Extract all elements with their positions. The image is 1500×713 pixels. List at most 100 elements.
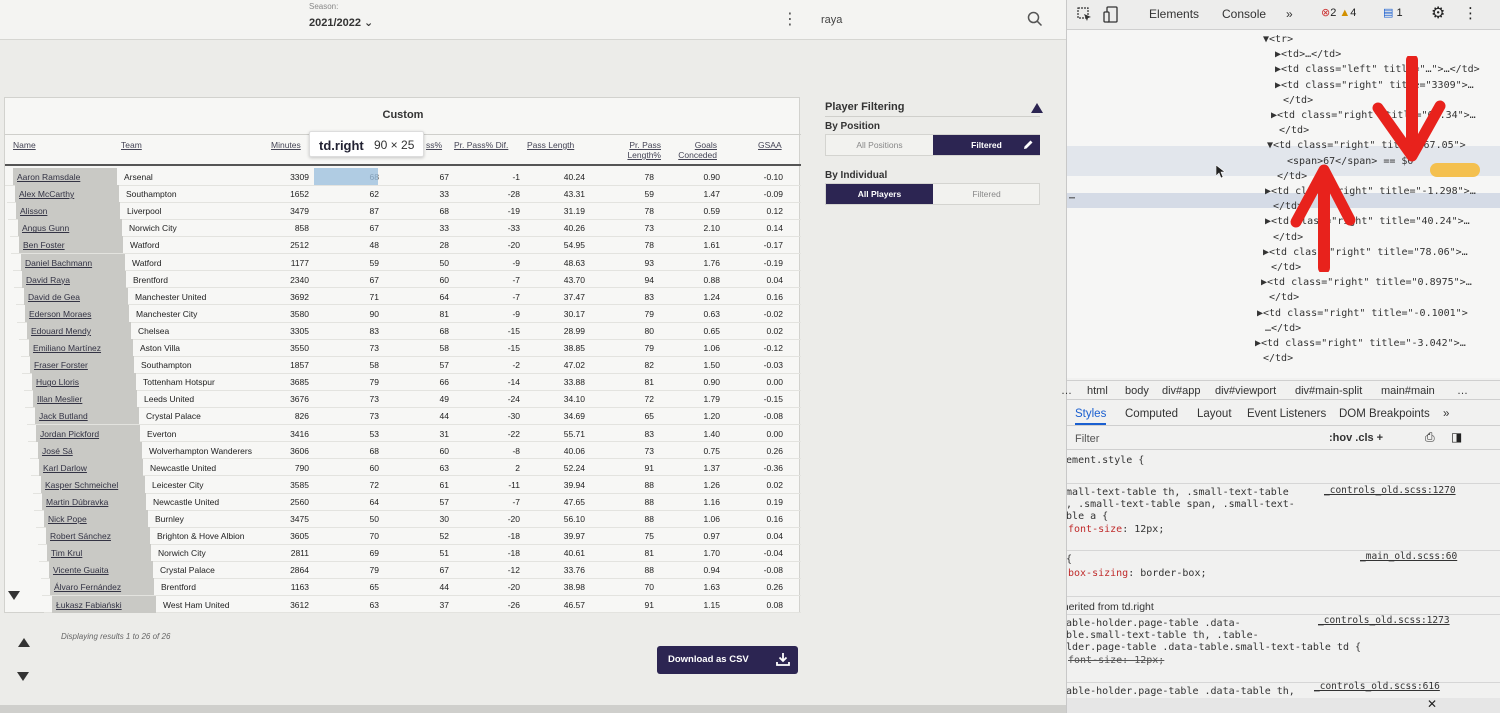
player-name[interactable]: Nick Pope [48,514,87,524]
ellipsis-icon[interactable]: ⋯ [1069,193,1075,204]
dom-node-line[interactable]: ▶<td class="right" title="-3.042">… [1255,338,1466,349]
close-drawer-icon[interactable]: ✕ [1427,697,1437,711]
rule3-overridden-property[interactable]: font-size: 12px; [1068,655,1164,666]
breadcrumb-item[interactable]: div#main-split [1295,385,1362,397]
toggle-sidebar-icon[interactable]: ◨ [1451,430,1462,444]
rule1-value[interactable]: 12px; [1134,524,1164,535]
kebab-menu-icon[interactable]: ⋮ [782,10,798,30]
tab-styles[interactable]: Styles [1075,408,1107,425]
rule3-source-link[interactable]: _controls_old.scss:1273 [1318,615,1450,626]
dom-node-line[interactable]: ▶<td class="right" title="0.8975">… [1261,277,1472,288]
more-tabs-icon[interactable]: » [1286,7,1293,21]
player-name[interactable]: Łukasz Fabiański [56,600,122,610]
player-name[interactable]: Aaron Ramsdale [17,172,80,182]
dom-node-line[interactable]: ▶<td class="right" title="-0.1001"> [1257,308,1468,319]
col-goals-conceded[interactable]: Goals Conceded [675,140,717,160]
rule2-value[interactable]: border-box; [1140,568,1206,579]
pencil-icon[interactable] [1022,139,1034,151]
filtered-positions-button[interactable]: Filtered [933,135,1040,155]
dom-node-line[interactable]: ▶<td>…</td> [1275,49,1341,60]
breadcrumb-item[interactable]: div#app [1162,385,1201,397]
player-name[interactable]: Edouard Mendy [31,326,91,336]
player-name[interactable]: Illan Meslier [37,394,82,404]
search-icon[interactable] [1027,11,1043,27]
inspect-element-icon[interactable] [1077,7,1093,23]
scroll-up-arrow-icon[interactable] [18,638,30,648]
col-pass-pct[interactable]: ss% [426,140,442,150]
all-positions-button[interactable]: All Positions [826,135,933,155]
player-name[interactable]: Jordan Pickford [40,429,99,439]
hov-cls-add-tools[interactable]: :hov .cls + [1329,432,1383,444]
player-name[interactable]: Robert Sánchez [50,531,111,541]
player-name[interactable]: Kasper Schmeichel [45,480,118,490]
inherited-element[interactable]: td.right [1122,601,1154,613]
rule1-property[interactable]: font-size [1068,524,1122,535]
element-style-rule[interactable]: element.style { [1067,455,1144,466]
breadcrumb-item[interactable]: … [1061,385,1072,397]
issue-badges[interactable]: ⊗2 ▲4 [1321,6,1356,19]
player-name[interactable]: Ben Foster [23,240,65,250]
paint-icon[interactable]: ⎙ [1425,430,1435,445]
col-gsaa[interactable]: GSAA [758,140,782,150]
player-name[interactable]: Jack Butland [39,411,88,421]
breadcrumb-item[interactable]: main#main [1381,385,1435,397]
player-name[interactable]: Vicente Guaita [53,565,109,575]
styles-filter-input[interactable]: Filter [1075,433,1099,445]
season-select[interactable]: 2021/2022 ⌄ [309,16,373,29]
dom-node-line[interactable]: </td> [1263,353,1293,364]
tab-console[interactable]: Console [1222,7,1266,21]
filtered-players-button[interactable]: Filtered [933,184,1040,204]
scroll-down-arrow-icon[interactable] [8,591,20,601]
col-name[interactable]: Name [13,140,36,150]
rule1-source-link[interactable]: _controls_old.scss:1270 [1324,485,1456,496]
player-name[interactable]: Alex McCarthy [19,189,74,199]
player-name[interactable]: Martin Dúbravka [46,497,108,507]
player-name[interactable]: José Sá [42,446,73,456]
breadcrumb-item[interactable]: html [1087,385,1108,397]
col-team[interactable]: Team [121,140,142,150]
dom-node-line[interactable]: …</td> [1265,323,1301,334]
player-name[interactable]: David de Gea [28,292,80,302]
all-players-button[interactable]: All Players [826,184,933,204]
player-name[interactable]: Emiliano Martínez [33,343,101,353]
rule3-selector[interactable]: .table-holder.page-table .data- [1067,618,1241,629]
dom-node-line[interactable]: ▼<tr> [1263,34,1293,45]
player-name[interactable]: Daniel Bachmann [25,258,92,268]
tab-layout[interactable]: Layout [1197,408,1232,420]
player-name[interactable]: Tim Krul [51,548,82,558]
devtools-menu-icon[interactable]: ⋮ [1463,4,1478,22]
message-badge[interactable]: ▤ 1 [1383,6,1403,19]
settings-gear-icon[interactable]: ⚙ [1431,3,1445,23]
rule2-selector[interactable]: * { [1067,554,1072,565]
download-csv-button[interactable]: Download as CSV [657,646,798,674]
player-name[interactable]: Hugo Lloris [36,377,79,387]
player-name[interactable]: Alisson [20,206,47,216]
dom-node-line[interactable]: </td> [1279,125,1309,136]
player-name[interactable]: Fraser Forster [34,360,88,370]
tab-dom-breakpoints[interactable]: DOM Breakpoints [1339,408,1430,420]
breadcrumb-item[interactable]: body [1125,385,1149,397]
rule4-selector[interactable]: .table-holder.page-table .data-table th, [1067,686,1295,697]
collapse-up-icon[interactable] [1031,103,1043,113]
rule1-selector[interactable]: .small-text-table th, .small-text-table [1067,487,1289,498]
rule2-source-link[interactable]: _main_old.scss:60 [1360,551,1457,562]
col-pass-length[interactable]: Pass Length [527,140,574,150]
player-name[interactable]: Ederson Moraes [29,309,91,319]
more-subtabs-icon[interactable]: » [1443,408,1449,420]
col-pr-pass-length[interactable]: Pr. Pass Length% [613,140,661,160]
player-name[interactable]: David Raya [26,275,70,285]
breadcrumb-item[interactable]: div#viewport [1215,385,1276,397]
dom-node-line[interactable]: </td> [1283,95,1313,106]
player-name[interactable]: Angus Gunn [22,223,69,233]
breadcrumb-item[interactable]: … [1457,385,1468,397]
col-minutes[interactable]: Minutes [271,140,301,150]
col-pr-pass-dif[interactable]: Pr. Pass% Dif. [454,140,508,150]
scroll-down-arrow-icon[interactable] [17,672,29,682]
device-toggle-icon[interactable] [1103,6,1119,24]
rule2-property[interactable]: box-sizing [1068,568,1128,579]
tab-elements[interactable]: Elements [1149,7,1199,21]
player-name[interactable]: Álvaro Fernández [54,582,121,592]
search-input[interactable]: raya [821,14,842,26]
tab-computed[interactable]: Computed [1125,408,1178,420]
dom-node-line[interactable]: </td> [1269,292,1299,303]
